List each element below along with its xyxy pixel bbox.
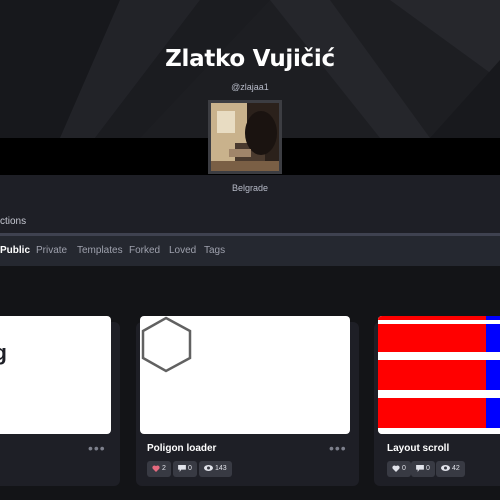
tab-collections[interactable]: ctions: [0, 216, 26, 227]
eye-icon: [441, 465, 450, 472]
filter-tags[interactable]: Tags: [204, 245, 225, 256]
avatar-photo: [211, 103, 279, 171]
comment-icon: [178, 464, 186, 472]
views-button[interactable]: 42: [436, 461, 465, 477]
more-dots-icon[interactable]: •••: [329, 440, 347, 456]
view-count: 42: [452, 465, 460, 472]
pen-filter-bar: Public Private Templates Forked Loved Ta…: [0, 236, 500, 266]
comments-button[interactable]: 0: [411, 461, 435, 477]
pen-title[interactable]: Layout scroll: [387, 443, 449, 454]
pen-preview[interactable]: ng: [0, 316, 111, 434]
pen-preview[interactable]: [378, 316, 500, 434]
comment-count: 0: [188, 465, 192, 472]
eye-icon: [204, 465, 213, 472]
pen-card[interactable]: ng •••: [0, 316, 120, 486]
profile-handle[interactable]: @zlajaa1: [0, 82, 500, 92]
layout-scroll-graphic: [378, 316, 500, 434]
preview-text: ng: [0, 340, 7, 365]
pen-card[interactable]: Poligon loader ••• 2 0 143: [136, 316, 359, 486]
heart-icon: [392, 465, 400, 472]
filter-forked[interactable]: Forked: [129, 245, 160, 256]
comments-button[interactable]: 0: [173, 461, 197, 477]
avatar[interactable]: [208, 100, 282, 174]
views-button[interactable]: 143: [199, 461, 232, 477]
hexagon-loader-graphic: [141, 316, 192, 373]
love-count: 0: [402, 465, 406, 472]
pen-preview[interactable]: [140, 316, 350, 434]
view-count: 143: [215, 465, 227, 472]
filter-loved[interactable]: Loved: [169, 245, 196, 256]
heart-icon: [152, 465, 160, 472]
more-dots-icon[interactable]: •••: [88, 440, 106, 456]
filter-public[interactable]: Public: [0, 245, 30, 256]
love-button[interactable]: 2: [147, 461, 171, 477]
filter-private[interactable]: Private: [36, 245, 67, 256]
comment-icon: [416, 464, 424, 472]
pen-card[interactable]: Layout scroll 0 0 42: [374, 316, 500, 486]
filter-templates[interactable]: Templates: [77, 245, 123, 256]
love-button[interactable]: 0: [387, 461, 411, 477]
comment-count: 0: [426, 465, 430, 472]
love-count: 2: [162, 465, 166, 472]
pen-title[interactable]: Poligon loader: [147, 443, 216, 454]
profile-location: Belgrade: [231, 183, 269, 193]
profile-name: Zlatko Vujičić: [165, 46, 335, 72]
